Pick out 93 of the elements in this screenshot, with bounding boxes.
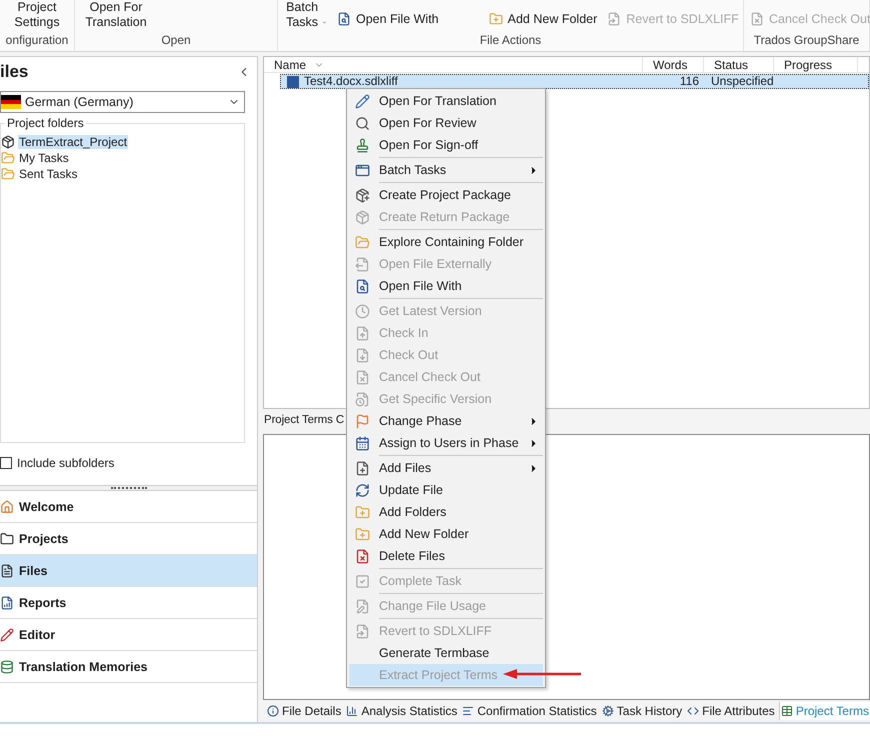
tree-item[interactable]: TermExtract_Project	[18, 135, 128, 149]
report-icon	[0, 596, 14, 610]
group-label: Trados GroupShare	[754, 33, 860, 49]
box-icon	[1, 135, 15, 149]
table-cell: Test4.docx.sdlxliff	[281, 75, 644, 88]
group-label: onfiguration	[6, 33, 68, 49]
menu-item[interactable]: Add New Folder	[349, 523, 543, 545]
file-row[interactable]: Test4.docx.sdlxliff 116 Unspecified	[280, 74, 869, 89]
menu-item[interactable]: Add Folders	[349, 501, 543, 523]
nav-item[interactable]: Files	[0, 555, 257, 587]
language-dropdown[interactable]: German (Germany)	[0, 91, 245, 113]
file-up-icon	[354, 326, 370, 340]
table-cell-text: Unspecified	[710, 75, 775, 88]
checkbox-label: Include subfolders	[17, 456, 114, 470]
document-icon	[0, 564, 14, 578]
group-label: Open	[161, 33, 191, 49]
menu-item[interactable]: Open For Review	[349, 112, 543, 134]
document-icon	[354, 256, 370, 272]
package-icon	[354, 210, 370, 224]
folder-plus-icon	[354, 504, 370, 520]
menu-item[interactable]: Open For Translation	[349, 90, 543, 112]
tab[interactable]: File Details	[266, 702, 342, 720]
clock-icon	[354, 304, 370, 318]
panel-title: iles	[0, 62, 28, 82]
column-header[interactable]: Progress	[774, 57, 858, 72]
window-icon	[354, 162, 370, 178]
menu-item[interactable]: Change Phase	[349, 410, 543, 432]
file-edit-icon	[354, 598, 370, 614]
column-header[interactable]: Status	[704, 57, 774, 72]
file-search-icon	[336, 12, 351, 26]
menu-item[interactable]: Open For Sign-off	[349, 134, 543, 156]
ribbon-button[interactable]: Project Settings	[6, 0, 68, 30]
group-label: File Actions	[480, 33, 542, 49]
folder-icon	[1, 167, 15, 181]
folder-icon	[1, 151, 15, 165]
checkbox[interactable]	[0, 457, 12, 469]
calendar-icon	[354, 436, 370, 450]
pencil-icon	[0, 628, 14, 642]
ribbon-button[interactable]: Batch Tasks	[284, 0, 327, 30]
tree-item[interactable]: My Tasks	[18, 151, 70, 165]
file-search-icon	[354, 278, 370, 294]
package-icon	[354, 188, 370, 202]
group-label: Project folders	[5, 116, 86, 130]
menu-item[interactable]: Assign to Users in Phase	[349, 432, 543, 454]
pencil-icon	[354, 94, 370, 108]
tab[interactable]: File Attributes	[686, 702, 776, 720]
table-icon	[780, 705, 793, 717]
folder-icon	[0, 532, 14, 546]
checkbox-icon	[354, 574, 370, 588]
tab[interactable]: Confirmation Statistics	[461, 702, 598, 720]
flag-icon	[1, 95, 21, 109]
menu-item[interactable]: Update File	[349, 479, 543, 501]
database-icon	[0, 660, 14, 674]
menu-item[interactable]: Explore Containing Folder	[349, 231, 543, 253]
home-icon	[0, 500, 14, 514]
tab[interactable]: Task History	[600, 702, 684, 720]
folder-plus-icon	[488, 12, 503, 26]
flag-icon	[354, 414, 370, 428]
menu-item[interactable]: Open File With	[349, 275, 543, 297]
menu-item[interactable]: Generate Termbase	[349, 642, 543, 664]
folder-plus-icon	[354, 526, 370, 542]
menu-item[interactable]: Delete Files	[349, 545, 543, 567]
column-header[interactable]: Words	[643, 57, 704, 72]
file-plus-icon	[354, 460, 370, 476]
list-icon	[462, 705, 474, 717]
code-icon	[687, 705, 700, 717]
ribbon-button[interactable]: Add New Folder	[488, 12, 598, 26]
stamp-icon	[354, 138, 370, 152]
table-cell-text: 116	[678, 75, 700, 88]
ribbon-button[interactable]: Open File With	[336, 12, 439, 26]
menu-item[interactable]: Create Project Package	[349, 184, 543, 206]
tab[interactable]: Analysis Statistics	[345, 702, 458, 720]
gear-icon	[602, 705, 614, 717]
tree-item[interactable]: Sent Tasks	[18, 167, 78, 181]
file-icon	[354, 624, 370, 638]
menu-item[interactable]: Batch Tasks	[349, 159, 543, 181]
menu-item[interactable]: Add Files	[349, 457, 543, 479]
folder-icon	[354, 234, 370, 250]
file-x-icon	[750, 12, 764, 26]
tab[interactable]: Project Terms	[778, 702, 870, 720]
file-icon	[607, 12, 622, 26]
file-delete-icon	[354, 548, 370, 564]
panel-title: Project Terms C	[264, 414, 344, 426]
search-icon	[354, 116, 370, 130]
column-header[interactable]: Name	[264, 57, 643, 72]
info-icon	[267, 705, 279, 717]
ribbon-button[interactable]: Open For Translation	[81, 0, 151, 30]
file-x-icon	[354, 370, 370, 384]
chart-icon	[346, 705, 358, 717]
file-clock-icon	[354, 392, 370, 406]
refresh-icon	[354, 482, 370, 498]
file-down-icon	[354, 348, 370, 362]
splitter[interactable]	[0, 485, 257, 491]
